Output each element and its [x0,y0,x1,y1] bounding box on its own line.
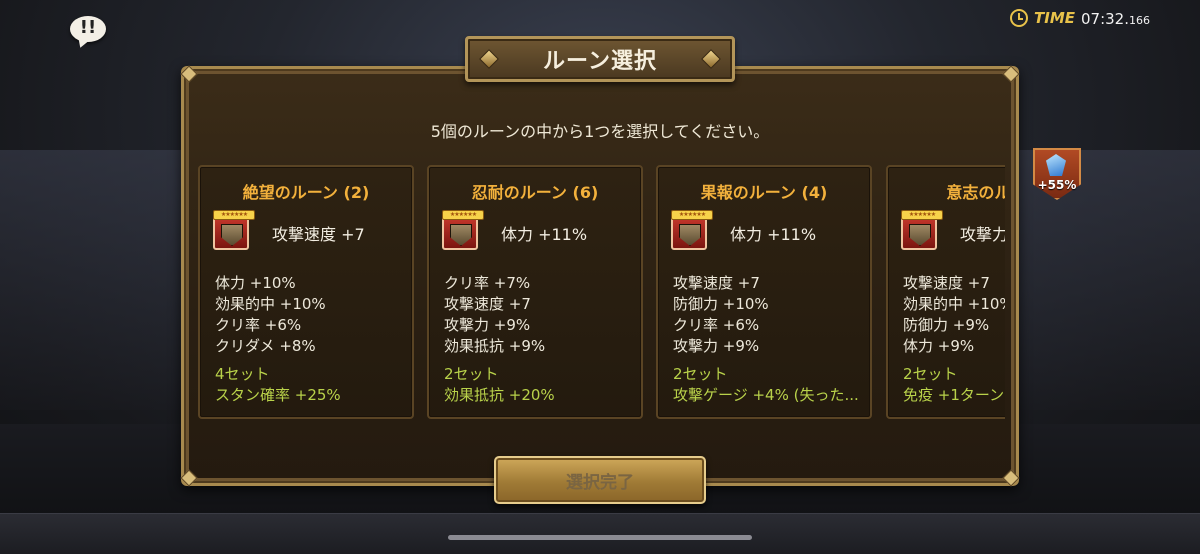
corner-ornament [1002,65,1020,83]
sub-stat: 効果的中 +10% [903,295,1005,313]
rune-icon: ★★★★★★ [213,210,255,250]
rune-icon: ★★★★★★ [901,210,943,250]
diamond-ornament-icon [701,49,721,69]
rune-name: 意志のルーン [946,183,1005,202]
set-bonus: 免疫 +1ターン [903,386,1005,404]
confirm-selection-button[interactable]: 選択完了 [494,456,706,504]
bonus-badge[interactable]: +55% [1031,148,1083,202]
chat-alert-mark: !! [79,17,97,38]
chat-button[interactable]: !! [68,14,108,50]
confirm-label: 選択完了 [566,472,634,493]
sub-stat: クリ率 +6% [215,316,302,334]
rune-sub-stats: 体力 +10% 効果的中 +10% クリ率 +6% クリダメ +8% [215,273,326,357]
sub-stat: 攻撃速度 +7 [444,295,531,313]
rune-name: 絶望のルーン (2) [242,183,370,202]
sub-stat: クリダメ +8% [215,337,316,355]
instruction-text: 5個のルーンの中から1つを選択してください。 [430,122,770,141]
timer-value: 07:32. [1081,9,1129,28]
corner-ornament [1002,469,1020,487]
sub-stat: 攻撃速度 +7 [903,274,990,292]
rune-card[interactable]: 忍耐のルーン (6) ★★★★★★ 体力 +11% クリ率 +7% 攻撃速度 +… [427,165,643,419]
set-count: 2セット [903,365,958,383]
rune-name: 果報のルーン (4) [700,183,828,202]
sub-stat: 攻撃力 +9% [444,316,531,334]
rune-main-stat: 体力 +11% [730,225,817,244]
set-count: 2セット [673,365,728,383]
rune-icon: ★★★★★★ [442,210,484,250]
rune-name: 忍耐のルーン (6) [471,183,599,202]
sub-stat: クリ率 +7% [444,274,531,292]
sub-stat: 攻撃速度 +7 [673,274,760,292]
sub-stat: 体力 +10% [215,274,296,292]
timer-label: TIME [1034,9,1075,27]
rune-set-info: 4セット スタン確率 +25% [215,364,341,406]
rune-card[interactable]: 絶望のルーン (2) ★★★★★★ 攻撃速度 +7 体力 +10% 効果的中 +… [198,165,414,419]
sub-stat: 攻撃力 +9% [673,337,760,355]
home-indicator[interactable] [448,535,752,540]
set-bonus: 効果抵抗 +20% [444,386,555,404]
rune-icon: ★★★★★★ [671,210,713,250]
rune-sub-stats: クリ率 +7% 攻撃速度 +7 攻撃力 +9% 効果抵抗 +9% [444,273,545,357]
rune-sub-stats: 攻撃速度 +7 防御力 +10% クリ率 +6% 攻撃力 +9% [673,273,769,357]
dialog-title: ルーン選択 [543,49,657,74]
sub-stat: 防御力 +10% [673,295,769,313]
rune-card-list[interactable]: 絶望のルーン (2) ★★★★★★ 攻撃速度 +7 体力 +10% 効果的中 +… [198,165,1005,420]
rune-set-info: 2セット 攻撃ゲージ +4% (失った... [673,364,859,406]
set-bonus: スタン確率 +25% [215,386,341,404]
sub-stat: クリ率 +6% [673,316,760,334]
rune-main-stat: 攻撃速度 +7 [272,225,365,244]
sub-stat: 効果抵抗 +9% [444,337,546,355]
timer-ms: 166 [1129,13,1150,27]
corner-ornament [180,469,198,487]
battle-timer: TIME 07:32.166 [1010,7,1150,29]
rune-set-info: 2セット 効果抵抗 +20% [444,364,555,406]
alarm-clock-icon [1010,9,1028,27]
rune-main-stat: 体力 +11% [501,225,588,244]
sub-stat: 効果的中 +10% [215,295,326,313]
diamond-ornament-icon [479,49,499,69]
rune-main-stat: 攻撃力 [960,225,1005,244]
six-star-icon: ★★★★★★ [442,210,484,220]
set-bonus: 攻撃ゲージ +4% (失った... [673,386,859,404]
six-star-icon: ★★★★★★ [213,210,255,220]
set-count: 4セット [215,365,270,383]
bonus-percent: +55% [1037,178,1077,192]
rune-set-info: 2セット 免疫 +1ターン [903,364,1004,406]
set-count: 2セット [444,365,499,383]
sub-stat: 体力 +9% [903,337,975,355]
rune-sub-stats: 攻撃速度 +7 効果的中 +10% 防御力 +9% 体力 +9% [903,273,1005,357]
sub-stat: 防御力 +9% [903,316,990,334]
rune-card[interactable]: 果報のルーン (4) ★★★★★★ 体力 +11% 攻撃速度 +7 防御力 +1… [656,165,872,419]
six-star-icon: ★★★★★★ [671,210,713,220]
bottom-bar [0,513,1200,554]
rune-card[interactable]: 意志のルーン ★★★★★★ 攻撃力 攻撃速度 +7 効果的中 +10% 防御力 … [886,165,1005,419]
corner-ornament [180,65,198,83]
dialog-title-plate: ルーン選択 [465,36,735,82]
six-star-icon: ★★★★★★ [901,210,943,220]
